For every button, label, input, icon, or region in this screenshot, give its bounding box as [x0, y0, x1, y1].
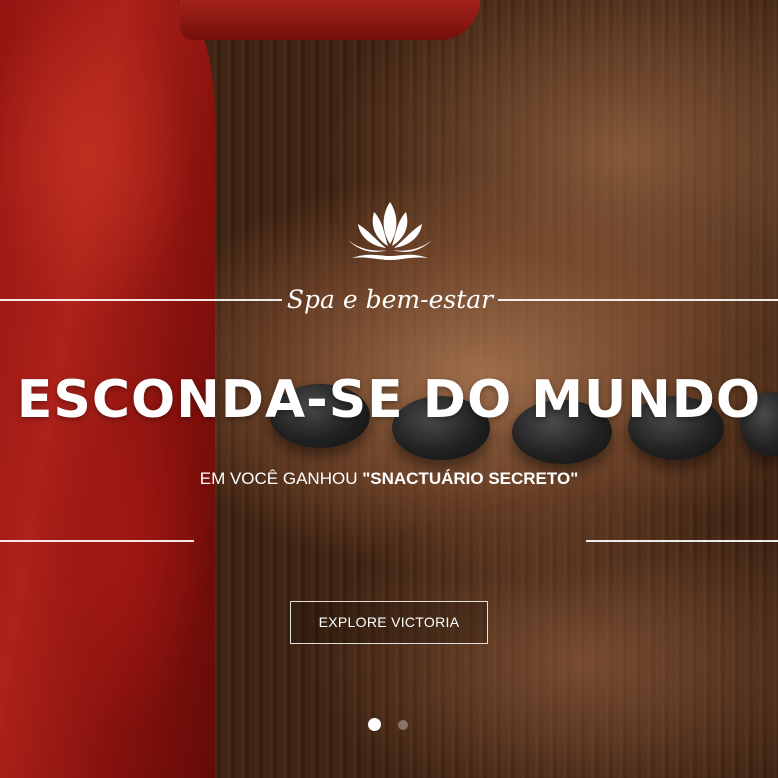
section-divider-left [0, 540, 194, 542]
explore-button[interactable]: EXPLORE VICTORIA [290, 601, 488, 644]
lotus-icon [348, 202, 432, 260]
hero-headline: ESCONDA-SE DO MUNDO [16, 370, 762, 430]
hero-slider: Spa e bem-estar ESCONDA-SE DO MUNDO EM V… [0, 0, 778, 778]
slider-dot-1[interactable] [368, 718, 381, 731]
slider-dot-2[interactable] [398, 720, 408, 730]
hero-content: Spa e bem-estar ESCONDA-SE DO MUNDO EM V… [0, 0, 778, 778]
tagline-divider-left [0, 299, 282, 301]
tagline-row: Spa e bem-estar [0, 280, 778, 320]
tagline-divider-right [498, 299, 778, 301]
subline-highlight: "SNACTUÁRIO SECRETO" [362, 469, 579, 488]
subline-prefix: EM VOCÊ GANHOU [199, 469, 363, 488]
section-divider-right [586, 540, 778, 542]
hero-subline: EM VOCÊ GANHOU "SNACTUÁRIO SECRETO" [0, 466, 778, 492]
tagline: Spa e bem-estar [286, 285, 494, 314]
